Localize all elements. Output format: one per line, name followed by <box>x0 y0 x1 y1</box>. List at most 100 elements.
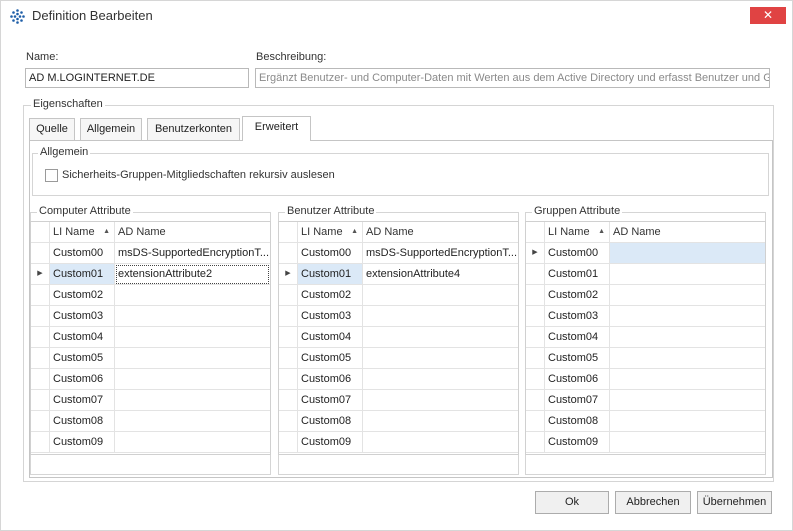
cell-ad-name[interactable] <box>363 285 518 306</box>
cell-li-name[interactable]: Custom00 <box>50 243 115 264</box>
table-row[interactable]: Custom04 <box>526 327 765 348</box>
row-indicator[interactable]: ▶ <box>31 264 50 285</box>
row-indicator[interactable] <box>31 411 50 432</box>
row-indicator[interactable] <box>279 390 298 411</box>
row-indicator[interactable] <box>526 369 545 390</box>
recursive-groups-label[interactable]: Sicherheits-Gruppen-Mitgliedschaften rek… <box>62 169 335 181</box>
table-row[interactable]: Custom05 <box>279 348 518 369</box>
table-row[interactable]: Custom00 msDS-SupportedEncryptionT... <box>279 243 518 264</box>
column-header-li-name[interactable]: LI Name ▲ <box>545 222 610 243</box>
ok-button[interactable]: Ok <box>535 491 609 514</box>
cell-li-name[interactable]: Custom08 <box>545 411 610 432</box>
cell-ad-name[interactable] <box>363 432 518 453</box>
row-indicator[interactable] <box>279 348 298 369</box>
tab-erweitert[interactable]: Erweitert <box>242 116 311 141</box>
cell-ad-name[interactable] <box>115 348 270 369</box>
cell-ad-name[interactable] <box>115 327 270 348</box>
cell-li-name[interactable]: Custom03 <box>298 306 363 327</box>
cell-li-name[interactable]: Custom09 <box>545 432 610 453</box>
row-indicator[interactable] <box>279 327 298 348</box>
row-indicator[interactable] <box>279 243 298 264</box>
cell-ad-name[interactable] <box>610 390 765 411</box>
table-row[interactable]: Custom02 <box>279 285 518 306</box>
tab-quelle[interactable]: Quelle <box>29 118 75 140</box>
cell-li-name[interactable]: Custom01 <box>50 264 115 285</box>
table-row[interactable]: ▶ Custom01 extensionAttribute4 <box>279 264 518 285</box>
table-row[interactable]: Custom06 <box>279 369 518 390</box>
table-row[interactable]: Custom07 <box>31 390 270 411</box>
cell-li-name[interactable]: Custom03 <box>545 306 610 327</box>
cell-ad-name[interactable] <box>363 348 518 369</box>
table-row[interactable]: ▶ Custom00 <box>526 243 765 264</box>
cell-li-name[interactable]: Custom07 <box>545 390 610 411</box>
row-indicator[interactable] <box>31 369 50 390</box>
row-indicator[interactable] <box>31 243 50 264</box>
row-indicator[interactable] <box>526 348 545 369</box>
row-indicator[interactable] <box>279 369 298 390</box>
cell-li-name[interactable]: Custom09 <box>298 432 363 453</box>
cell-ad-name[interactable] <box>363 369 518 390</box>
title-bar[interactable]: Definition Bearbeiten ✕ <box>1 1 792 31</box>
column-header-li-name[interactable]: LI Name ▲ <box>50 222 115 243</box>
row-indicator[interactable] <box>31 306 50 327</box>
row-indicator[interactable]: ▶ <box>526 243 545 264</box>
cell-li-name[interactable]: Custom05 <box>545 348 610 369</box>
cell-li-name[interactable]: Custom07 <box>50 390 115 411</box>
cell-ad-name[interactable] <box>610 369 765 390</box>
cell-ad-name[interactable] <box>363 390 518 411</box>
cell-ad-name[interactable] <box>115 432 270 453</box>
row-indicator[interactable] <box>279 306 298 327</box>
cell-li-name[interactable]: Custom05 <box>298 348 363 369</box>
row-indicator[interactable]: ▶ <box>279 264 298 285</box>
cell-li-name[interactable]: Custom02 <box>545 285 610 306</box>
table-row[interactable]: Custom08 <box>526 411 765 432</box>
table-row[interactable]: Custom05 <box>31 348 270 369</box>
column-header-ad-name[interactable]: AD Name <box>610 222 765 243</box>
table-row[interactable]: Custom02 <box>31 285 270 306</box>
row-indicator[interactable] <box>526 306 545 327</box>
cell-ad-name[interactable]: msDS-SupportedEncryptionT... <box>363 243 518 264</box>
cell-ad-name[interactable] <box>363 306 518 327</box>
table-row[interactable]: Custom07 <box>526 390 765 411</box>
benutzer-attributes-grid[interactable]: LI Name ▲ AD Name Custom00 msDS-SupportedEnc… <box>278 221 519 455</box>
table-row[interactable]: Custom08 <box>279 411 518 432</box>
cell-ad-name[interactable] <box>115 306 270 327</box>
row-indicator[interactable] <box>279 285 298 306</box>
column-header-ad-name[interactable]: AD Name <box>115 222 270 243</box>
cell-li-name[interactable]: Custom08 <box>298 411 363 432</box>
table-row[interactable]: Custom07 <box>279 390 518 411</box>
column-header-li-name[interactable]: LI Name ▲ <box>298 222 363 243</box>
cell-ad-name[interactable] <box>610 348 765 369</box>
table-row[interactable]: Custom09 <box>279 432 518 453</box>
table-row[interactable]: ▶ Custom01 extensionAttribute2 <box>31 264 270 285</box>
table-row[interactable]: Custom03 <box>526 306 765 327</box>
cell-li-name[interactable]: Custom06 <box>50 369 115 390</box>
table-row[interactable]: Custom08 <box>31 411 270 432</box>
cell-ad-name[interactable] <box>610 306 765 327</box>
table-row[interactable]: Custom04 <box>279 327 518 348</box>
name-field[interactable]: AD M.LOGINTERNET.DE <box>25 68 249 88</box>
table-row[interactable]: Custom05 <box>526 348 765 369</box>
computer-attributes-grid[interactable]: LI Name ▲ AD Name Custom00 msDS-SupportedEnc… <box>30 221 271 455</box>
cell-ad-name[interactable] <box>363 327 518 348</box>
close-button[interactable]: ✕ <box>750 7 786 24</box>
table-row[interactable]: Custom02 <box>526 285 765 306</box>
cell-ad-name[interactable] <box>115 285 270 306</box>
cell-ad-name[interactable]: extensionAttribute2 <box>115 264 270 285</box>
description-field[interactable]: Ergänzt Benutzer- und Computer-Daten mit… <box>255 68 770 88</box>
row-indicator[interactable] <box>31 390 50 411</box>
cell-ad-name[interactable] <box>115 369 270 390</box>
cell-ad-name[interactable]: extensionAttribute4 <box>363 264 518 285</box>
gruppen-attributes-grid[interactable]: LI Name ▲ AD Name ▶ Custom00 Custom01 Custom02… <box>525 221 766 455</box>
row-indicator[interactable] <box>31 432 50 453</box>
cell-ad-name[interactable] <box>115 390 270 411</box>
recursive-groups-checkbox[interactable] <box>45 169 58 182</box>
cell-li-name[interactable]: Custom05 <box>50 348 115 369</box>
column-header-ad-name[interactable]: AD Name <box>363 222 518 243</box>
table-row[interactable]: Custom06 <box>526 369 765 390</box>
cell-li-name[interactable]: Custom01 <box>545 264 610 285</box>
table-row[interactable]: Custom00 msDS-SupportedEncryptionT... <box>31 243 270 264</box>
row-indicator[interactable] <box>526 264 545 285</box>
row-indicator[interactable] <box>526 285 545 306</box>
cell-li-name[interactable]: Custom01 <box>298 264 363 285</box>
